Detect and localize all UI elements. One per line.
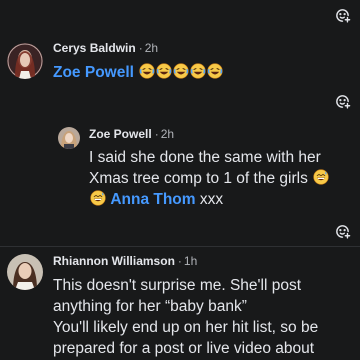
meta-separator: ·: [177, 254, 182, 268]
comment-time[interactable]: 1h: [184, 254, 197, 268]
comment-line: prepared for a post or live video about: [53, 340, 315, 357]
comment-line: This doesn't surprise me. She'll post: [53, 277, 301, 294]
comment-line: anything for her “baby bank”: [53, 298, 247, 315]
comment-rhiannon-williamson: Rhiannon Williamson · 1h This doesn't surp…: [0, 0, 360, 360]
avatar[interactable]: [7, 254, 43, 290]
comment-author[interactable]: Rhiannon Williamson: [53, 254, 175, 268]
comment-meta: Rhiannon Williamson · 1h: [53, 254, 197, 268]
comment-line: You'll likely end up on her hit list, so…: [53, 319, 319, 336]
comment-body: This doesn't surprise me. She'll post an…: [53, 275, 358, 359]
comments-thread: Cerys Baldwin · 2h Zoe Powell Zoe Powell…: [0, 0, 360, 360]
